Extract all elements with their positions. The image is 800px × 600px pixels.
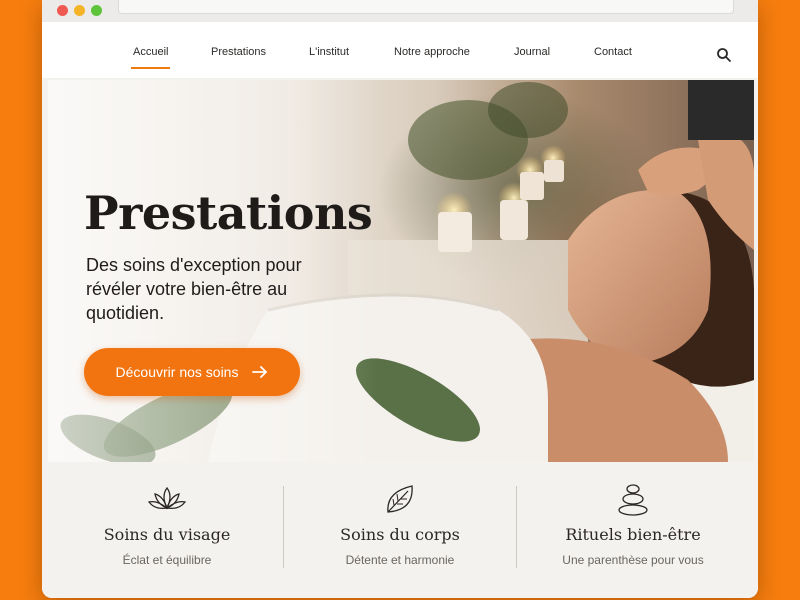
feature-title: Rituels bien-être [565, 525, 701, 544]
maximize-window-button[interactable] [91, 5, 102, 16]
cta-label: Découvrir nos soins [115, 364, 239, 380]
nav-item-journal[interactable]: Journal [514, 46, 550, 58]
feature-subtitle: Éclat et équilibre [122, 553, 212, 567]
nav-item-accueil[interactable]: Accueil [130, 46, 171, 69]
features-section: Soins du visage Éclat et équilibre Soins… [42, 462, 758, 598]
nav-item-prestations[interactable]: Prestations [211, 46, 266, 58]
discover-treatments-button[interactable]: Découvrir nos soins [84, 348, 300, 396]
feature-subtitle: Une parenthèse pour vous [562, 553, 704, 567]
hero-title: Prestations [84, 186, 373, 240]
hero-banner: Prestations Des soins d'exception pour r… [48, 80, 754, 462]
feature-divider [516, 486, 517, 568]
arrow-right-icon [252, 366, 268, 378]
feature-title: Soins du visage [103, 525, 231, 544]
browser-window: Accueil Prestations L'institut Notre app… [42, 0, 758, 598]
close-window-button[interactable] [57, 5, 68, 16]
feature-soins-visage[interactable]: Soins du visage Éclat et équilibre [52, 462, 282, 598]
main-navigation: Accueil Prestations L'institut Notre app… [42, 22, 758, 78]
address-bar[interactable] [118, 0, 734, 14]
search-icon[interactable] [716, 47, 732, 63]
feature-rituels-bien-etre[interactable]: Rituels bien-être Une parenthèse pour vo… [518, 462, 748, 598]
feature-subtitle: Détente et harmonie [345, 553, 455, 567]
feature-divider [283, 486, 284, 568]
minimize-window-button[interactable] [74, 5, 85, 16]
leaf-icon [387, 485, 413, 513]
nav-item-institut[interactable]: L'institut [309, 46, 349, 58]
lotus-icon [147, 486, 187, 510]
feature-soins-corps[interactable]: Soins du corps Détente et harmonie [285, 462, 515, 598]
nav-item-notre-approche[interactable]: Notre approche [394, 46, 470, 58]
stones-icon [618, 484, 648, 516]
browser-chrome [42, 0, 758, 22]
nav-item-contact[interactable]: Contact [594, 46, 632, 58]
hero-subtitle: Des soins d'exception pour révéler votre… [86, 255, 302, 323]
feature-title: Soins du corps [340, 525, 460, 544]
